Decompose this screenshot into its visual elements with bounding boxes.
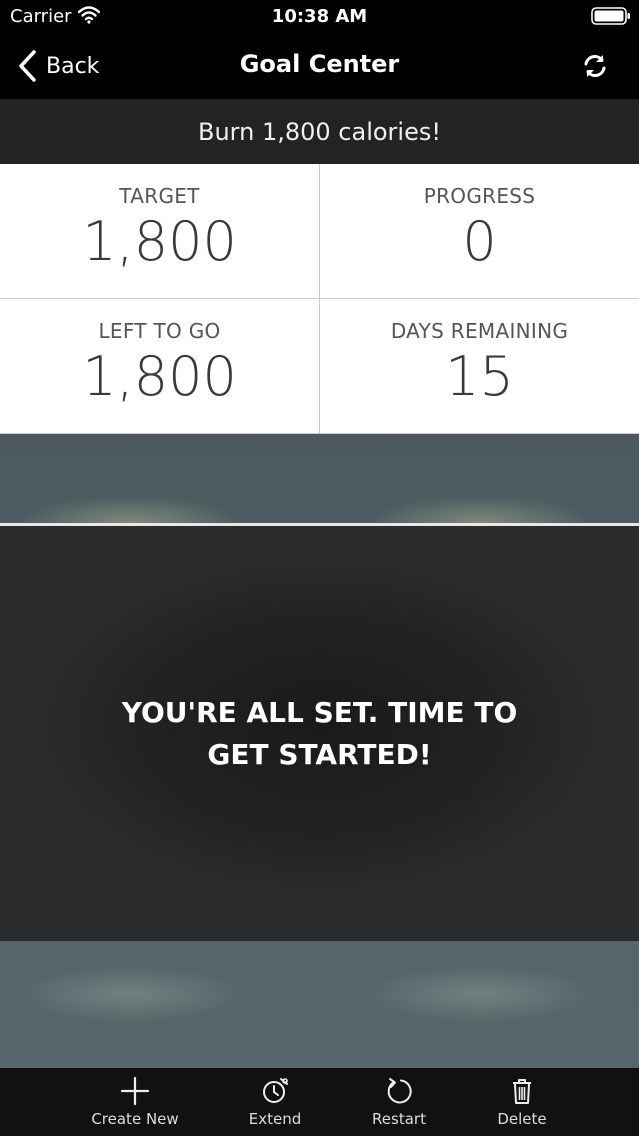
progress-stat: PROGRESS 0 — [320, 164, 639, 299]
restart-button[interactable]: Restart — [339, 1076, 459, 1134]
days-remaining-label: DAYS REMAINING — [390, 319, 569, 343]
delete-button[interactable]: Delete — [462, 1076, 582, 1134]
battery-icon — [591, 7, 630, 25]
background-image: YOU'RE ALL SET. TIME TO GET STARTED! — [0, 434, 639, 1068]
left-to-go-stat: LEFT TO GO 1,800 — [0, 299, 320, 434]
bottom-toolbar: Create New Extend Restart Delete — [0, 1068, 639, 1136]
create-new-button[interactable]: Create New — [75, 1076, 195, 1134]
restart-label: Restart — [372, 1110, 426, 1128]
days-remaining-stat: DAYS REMAINING 15 — [320, 299, 639, 434]
status-bar: Carrier 10:38 AM — [0, 0, 639, 34]
left-to-go-label: LEFT TO GO — [98, 319, 221, 343]
days-remaining-value: 15 — [445, 345, 514, 408]
navigation-bar: Back Goal Center — [0, 34, 639, 99]
status-time: 10:38 AM — [271, 6, 368, 27]
extend-label: Extend — [248, 1110, 302, 1128]
target-stat: TARGET 1,800 — [0, 164, 320, 299]
delete-label: Delete — [497, 1110, 547, 1128]
progress-value: 0 — [462, 210, 497, 273]
stats-grid: TARGET 1,800 PROGRESS 0 LEFT TO GO 1,800… — [0, 164, 639, 434]
target-label: TARGET — [119, 184, 200, 208]
goal-banner: Burn 1,800 calories! — [0, 99, 639, 164]
message-panel: YOU'RE ALL SET. TIME TO GET STARTED! — [0, 523, 639, 941]
extend-button[interactable]: Extend — [215, 1076, 335, 1134]
trash-icon — [513, 1079, 531, 1104]
plus-icon — [120, 1076, 150, 1106]
page-title: Goal Center — [239, 50, 400, 78]
progress-label: PROGRESS — [423, 184, 536, 208]
refresh-icon[interactable] — [581, 52, 609, 80]
create-new-label: Create New — [91, 1110, 179, 1128]
left-to-go-value: 1,800 — [82, 345, 237, 408]
target-value: 1,800 — [82, 210, 237, 273]
get-started-message: YOU'RE ALL SET. TIME TO GET STARTED! — [121, 695, 518, 771]
restart-icon — [387, 1078, 412, 1104]
alarm-clock-icon — [263, 1078, 288, 1103]
